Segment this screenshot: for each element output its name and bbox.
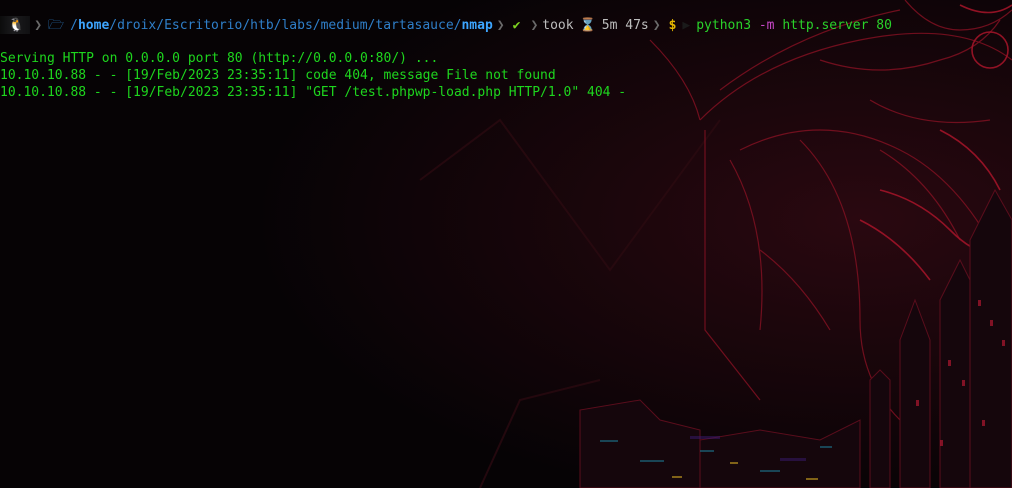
output-line: 10.10.10.88 - - [19/Feb/2023 23:35:11] c… (0, 68, 556, 83)
terminal-output: Serving HTTP on 0.0.0.0 port 80 (http://… (0, 16, 1012, 100)
output-line: 10.10.10.88 - - [19/Feb/2023 23:35:11] "… (0, 85, 627, 100)
output-line: Serving HTTP on 0.0.0.0 port 80 (http://… (0, 51, 439, 66)
